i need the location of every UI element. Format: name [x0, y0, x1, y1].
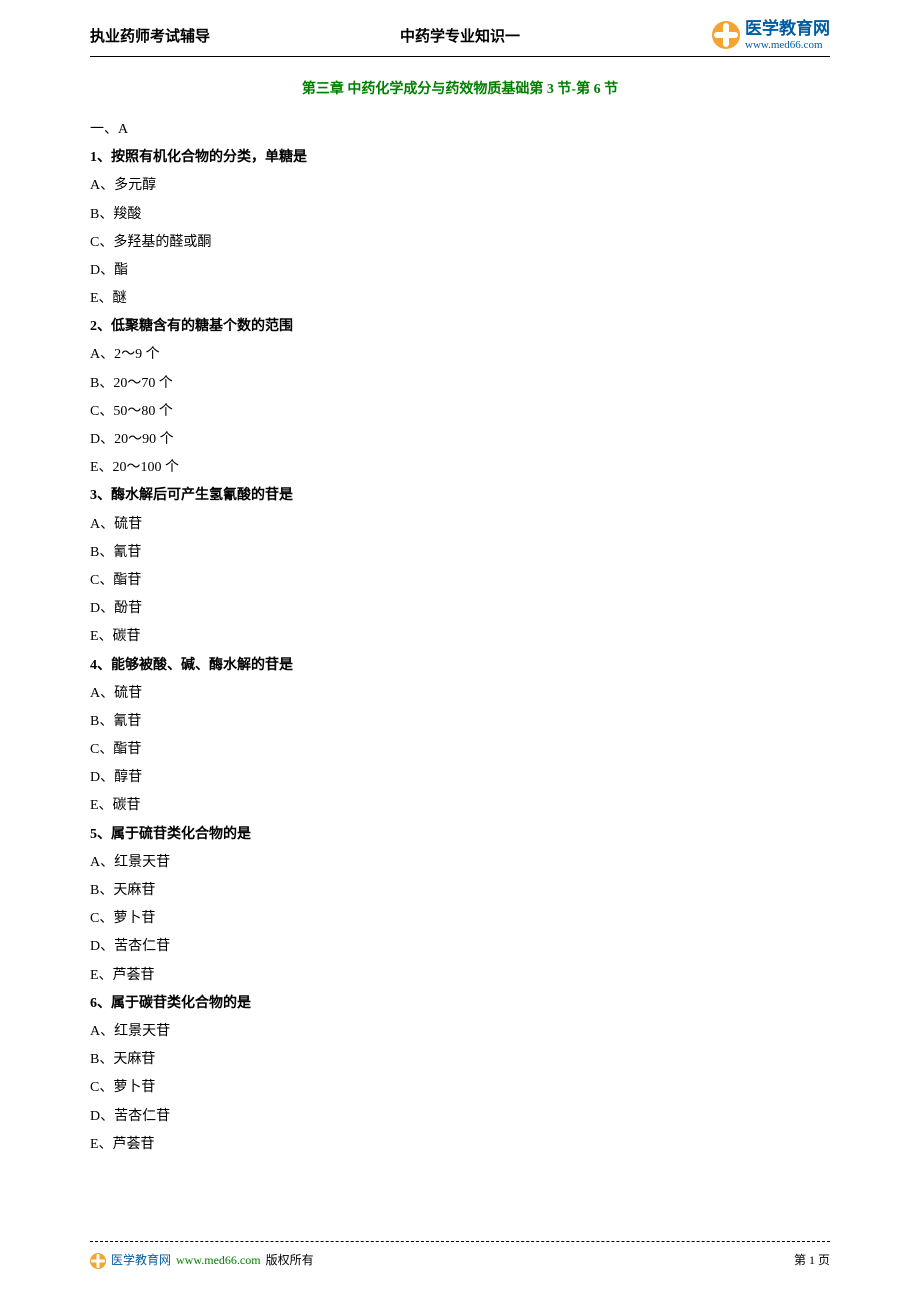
question-option: D、醇苷 — [90, 765, 830, 790]
page-number: 第 1 页 — [794, 1250, 830, 1272]
question-option: B、天麻苷 — [90, 878, 830, 903]
question-option: A、硫苷 — [90, 681, 830, 706]
question-option: B、羧酸 — [90, 202, 830, 227]
question-block: 3、酶水解后可产生氢氰酸的苷是 A、硫苷 B、氰苷 C、酯苷 D、酚苷 E、碳苷 — [90, 483, 830, 649]
question-option: E、碳苷 — [90, 624, 830, 649]
question-block: 5、属于硫苷类化合物的是 A、红景天苷 B、天麻苷 C、萝卜苷 D、苦杏仁苷 E… — [90, 822, 830, 988]
footer-brand: 医学教育网 — [111, 1250, 171, 1272]
question-option: A、2～9 个 — [90, 342, 830, 367]
question-option: C、酯苷 — [90, 737, 830, 762]
question-block: 1、按照有机化合物的分类，单糖是 A、多元醇 B、羧酸 C、多羟基的醛或酮 D、… — [90, 145, 830, 311]
footer-left: 医学教育网 www.med66.com 版权所有 — [90, 1250, 314, 1272]
question-block: 4、能够被酸、碱、酶水解的苷是 A、硫苷 B、氰苷 C、酯苷 D、醇苷 E、碳苷 — [90, 653, 830, 819]
question-option: B、天麻苷 — [90, 1047, 830, 1072]
question-option: A、多元醇 — [90, 173, 830, 198]
question-stem: 5、属于硫苷类化合物的是 — [90, 822, 830, 847]
question-option: E、碳苷 — [90, 793, 830, 818]
plus-logo-icon — [712, 21, 740, 49]
question-option: C、萝卜苷 — [90, 1075, 830, 1100]
question-option: E、芦荟苷 — [90, 1132, 830, 1157]
question-option: D、酚苷 — [90, 596, 830, 621]
question-block: 6、属于碳苷类化合物的是 A、红景天苷 B、天麻苷 C、萝卜苷 D、苦杏仁苷 E… — [90, 991, 830, 1157]
question-option: C、50～80 个 — [90, 399, 830, 424]
chapter-title: 第三章 中药化学成分与药效物质基础第 3 节-第 6 节 — [90, 77, 830, 102]
question-option: C、萝卜苷 — [90, 906, 830, 931]
question-stem: 1、按照有机化合物的分类，单糖是 — [90, 145, 830, 170]
logo-text-cn: 医学教育网 — [745, 20, 830, 39]
question-option: D、20～90 个 — [90, 427, 830, 452]
footer-content: 医学教育网 www.med66.com 版权所有 第 1 页 — [90, 1250, 830, 1272]
question-option: D、苦杏仁苷 — [90, 934, 830, 959]
footer-copyright: 版权所有 — [266, 1250, 314, 1272]
footer-url: www.med66.com — [176, 1250, 261, 1272]
question-option: B、氰苷 — [90, 709, 830, 734]
footer-divider — [90, 1241, 830, 1242]
footer-plus-logo-icon — [90, 1253, 106, 1269]
header-left-text: 执业药师考试辅导 — [90, 24, 210, 51]
question-option: A、硫苷 — [90, 512, 830, 537]
question-option: A、红景天苷 — [90, 1019, 830, 1044]
question-stem: 3、酶水解后可产生氢氰酸的苷是 — [90, 483, 830, 508]
question-option: D、苦杏仁苷 — [90, 1104, 830, 1129]
section-label: 一、A — [90, 117, 830, 142]
question-option: C、多羟基的醛或酮 — [90, 230, 830, 255]
question-option: E、20～100 个 — [90, 455, 830, 480]
header-logo: 医学教育网 www.med66.com — [712, 20, 830, 51]
question-option: E、芦荟苷 — [90, 963, 830, 988]
question-stem: 2、低聚糖含有的糖基个数的范围 — [90, 314, 830, 339]
question-option: B、20～70 个 — [90, 371, 830, 396]
question-option: C、酯苷 — [90, 568, 830, 593]
question-stem: 4、能够被酸、碱、酶水解的苷是 — [90, 653, 830, 678]
question-option: E、醚 — [90, 286, 830, 311]
page-footer: 医学教育网 www.med66.com 版权所有 第 1 页 — [90, 1241, 830, 1272]
question-option: D、酯 — [90, 258, 830, 283]
page-header: 执业药师考试辅导 中药学专业知识一 医学教育网 www.med66.com — [90, 20, 830, 57]
question-stem: 6、属于碳苷类化合物的是 — [90, 991, 830, 1016]
logo-text-en: www.med66.com — [745, 39, 830, 51]
logo-text-wrapper: 医学教育网 www.med66.com — [745, 20, 830, 51]
question-option: B、氰苷 — [90, 540, 830, 565]
header-center-text: 中药学专业知识一 — [400, 24, 520, 51]
question-option: A、红景天苷 — [90, 850, 830, 875]
question-block: 2、低聚糖含有的糖基个数的范围 A、2～9 个 B、20～70 个 C、50～8… — [90, 314, 830, 480]
